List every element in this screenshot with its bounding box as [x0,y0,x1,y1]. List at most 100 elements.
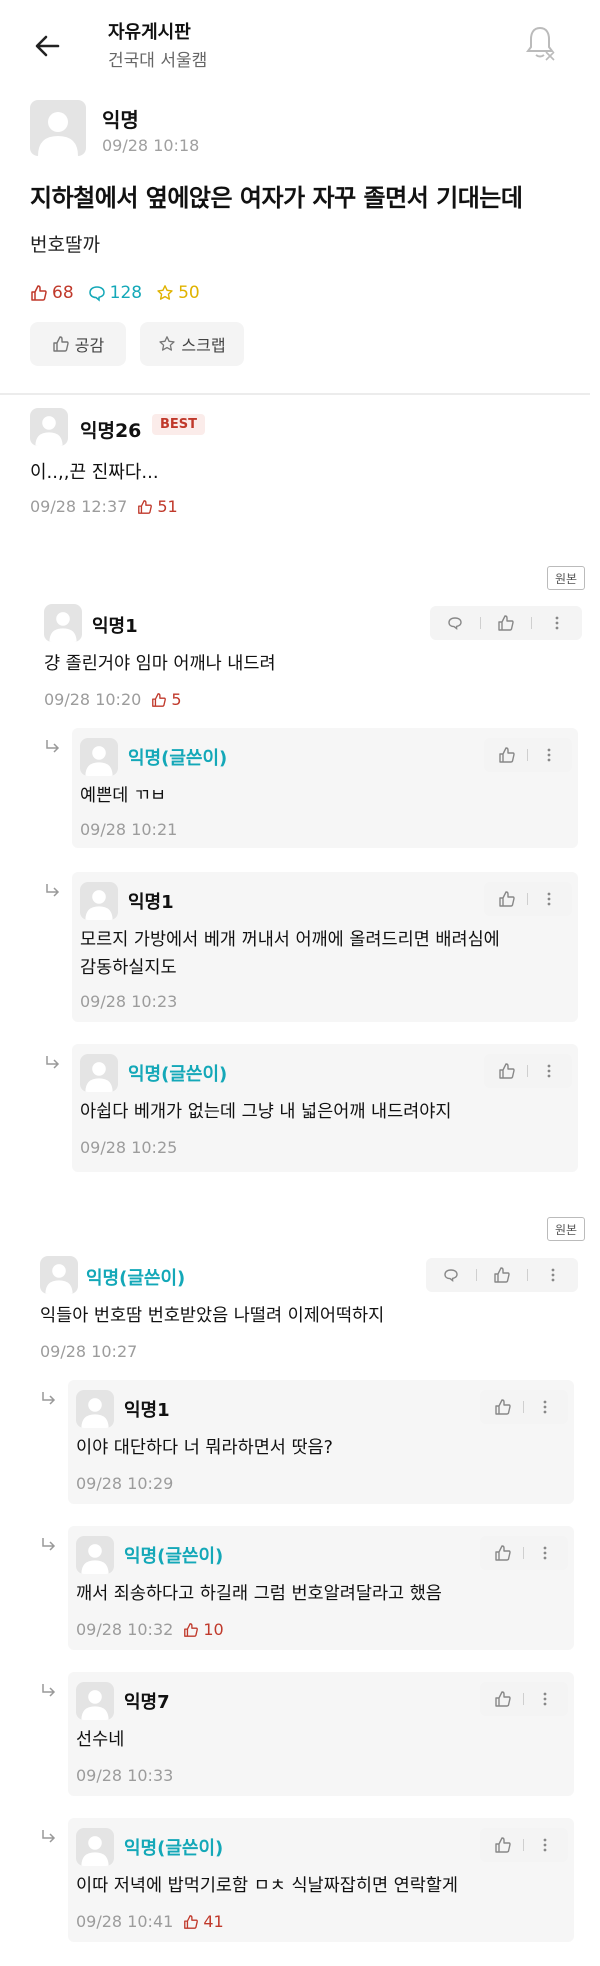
more-vertical-icon[interactable] [540,746,558,764]
best-badge: BEST [152,414,206,435]
reply-comment: 익명(글쓴이) 이따 저녁에 밥먹기로함 ㅁㅊ 식날짜잡히면 연락할게 09/2… [68,1818,574,1942]
origin-badge[interactable]: 원본 [547,1217,585,1241]
board-subtitle: 건국대 서울캠 [108,51,208,71]
comment-author: 익명(글쓴이) [124,1838,224,1859]
comment-text: 예쁜데 ㄲㅂ [80,786,167,806]
separator [480,617,481,629]
comment-actions [484,738,572,772]
comment-time: 09/28 10:25 [80,1138,178,1157]
comment-meta: 09/28 10:32 10 [76,1620,224,1639]
more-vertical-icon[interactable] [536,1398,554,1416]
separator [523,1401,525,1413]
comment-actions [480,1390,568,1424]
separator [523,1547,525,1559]
back-arrow-icon[interactable] [30,28,66,64]
comment-text: 아쉽다 베개가 없는데 그냥 내 넓은어깨 내드려야지 [80,1102,452,1122]
comment-icon[interactable] [442,1266,460,1284]
post-body: 번호딸까 [30,234,100,256]
thumbs-up-icon[interactable] [498,746,516,764]
scrap-count: 50 [156,283,200,303]
thumbs-up-icon [184,1622,199,1637]
thumbs-up-icon[interactable] [497,614,515,632]
reply-arrow-icon [46,884,60,897]
thumbs-up-icon [152,692,167,707]
star-icon [159,336,176,351]
post-author: 익명 [102,108,139,132]
thumbs-up-icon[interactable] [498,1062,516,1080]
board-title: 자유게시판 [108,22,191,43]
divider [0,393,590,395]
thumbs-up-icon[interactable] [494,1690,512,1708]
avatar [80,882,118,920]
comment-actions [430,606,582,640]
comment-text: 선수네 [76,1730,125,1750]
comment-time: 09/28 10:41 [76,1912,174,1931]
more-vertical-icon[interactable] [536,1544,554,1562]
avatar [80,1054,118,1092]
comment-actions [426,1258,578,1292]
comment-text: 익들아 번호땀 번호받았음 나떨려 이제어떡하지 [40,1306,385,1326]
comment-text: 이야 대단하다 너 뭐라하면서 땃음? [76,1438,333,1458]
comment-author: 익명26 [80,420,142,442]
comment-time: 09/28 10:21 [80,820,178,839]
more-vertical-icon[interactable] [536,1690,554,1708]
thumbs-up-icon[interactable] [494,1398,512,1416]
more-vertical-icon[interactable] [540,890,558,908]
thumbs-up-icon[interactable] [494,1836,512,1854]
comment-author: 익명7 [124,1692,170,1713]
comment-actions [480,1828,568,1862]
more-vertical-icon[interactable] [536,1836,554,1854]
comment-time: 09/28 10:27 [40,1342,138,1361]
star-icon [157,285,173,300]
bell-off-icon[interactable] [522,22,558,62]
comment-time: 09/28 10:20 [44,690,142,709]
comment-author: 익명1 [128,892,174,913]
separator [527,1269,528,1281]
more-vertical-icon[interactable] [540,1062,558,1080]
comment-author: 익명(글쓴이) [86,1268,186,1289]
comment-time: 09/28 12:37 [30,497,128,516]
like-count: 5 [151,690,182,709]
avatar [30,100,86,156]
thumbs-up-icon[interactable] [494,1544,512,1562]
thumbs-up-icon [184,1914,199,1929]
reply-arrow-icon [42,1684,56,1697]
comment-icon [88,286,105,302]
separator [527,749,529,761]
thumbs-up-icon[interactable] [493,1266,511,1284]
comment-actions [480,1536,568,1570]
reply-comment: 익명1 이야 대단하다 너 뭐라하면서 땃음? 09/28 10:29 [68,1380,574,1504]
reply-comment: 익명1 모르지 가방에서 베개 꺼내서 어깨에 올려드리면 배려심에 감동하실지… [72,872,578,1022]
comment-time: 09/28 10:29 [76,1474,174,1493]
thumbs-up-icon [53,336,69,352]
origin-badge[interactable]: 원본 [547,566,585,590]
comment-author: 익명(글쓴이) [128,1064,228,1085]
comment-time: 09/28 10:32 [76,1620,174,1639]
comment-actions [484,882,572,916]
reply-arrow-icon [42,1830,56,1843]
thumbs-up-icon[interactable] [498,890,516,908]
reply-arrow-icon [42,1538,56,1551]
reply-arrow-icon [46,740,60,753]
comment-icon[interactable] [446,614,464,632]
comment-actions [480,1682,568,1716]
like-count: 68 [30,283,74,303]
empathy-button[interactable]: 공감 [30,322,126,366]
comment-text: 깨서 죄송하다고 하길래 그럼 번호알려달라고 했음 [76,1584,442,1604]
reply-comment: 익명(글쓴이) 예쁜데 ㄲㅂ 09/28 10:21 [72,728,578,848]
more-vertical-icon[interactable] [544,1266,562,1284]
like-count: 41 [183,1912,224,1931]
avatar [76,1390,114,1428]
scrap-button[interactable]: 스크랩 [140,322,244,366]
reply-arrow-icon [46,1056,60,1069]
avatar [40,1256,78,1294]
comment-actions [484,1054,572,1088]
more-vertical-icon[interactable] [548,614,566,632]
comment-text: 걍 졸린거야 임마 어깨나 내드려 [44,654,276,674]
comment-text-line: 감동하실지도 [80,958,177,978]
comment-text: 이따 저녁에 밥먹기로함 ㅁㅊ 식날짜잡히면 연락할게 [76,1876,459,1896]
separator [523,1839,525,1851]
thumbs-up-icon [31,285,47,301]
separator [527,893,529,905]
avatar [76,1682,114,1720]
